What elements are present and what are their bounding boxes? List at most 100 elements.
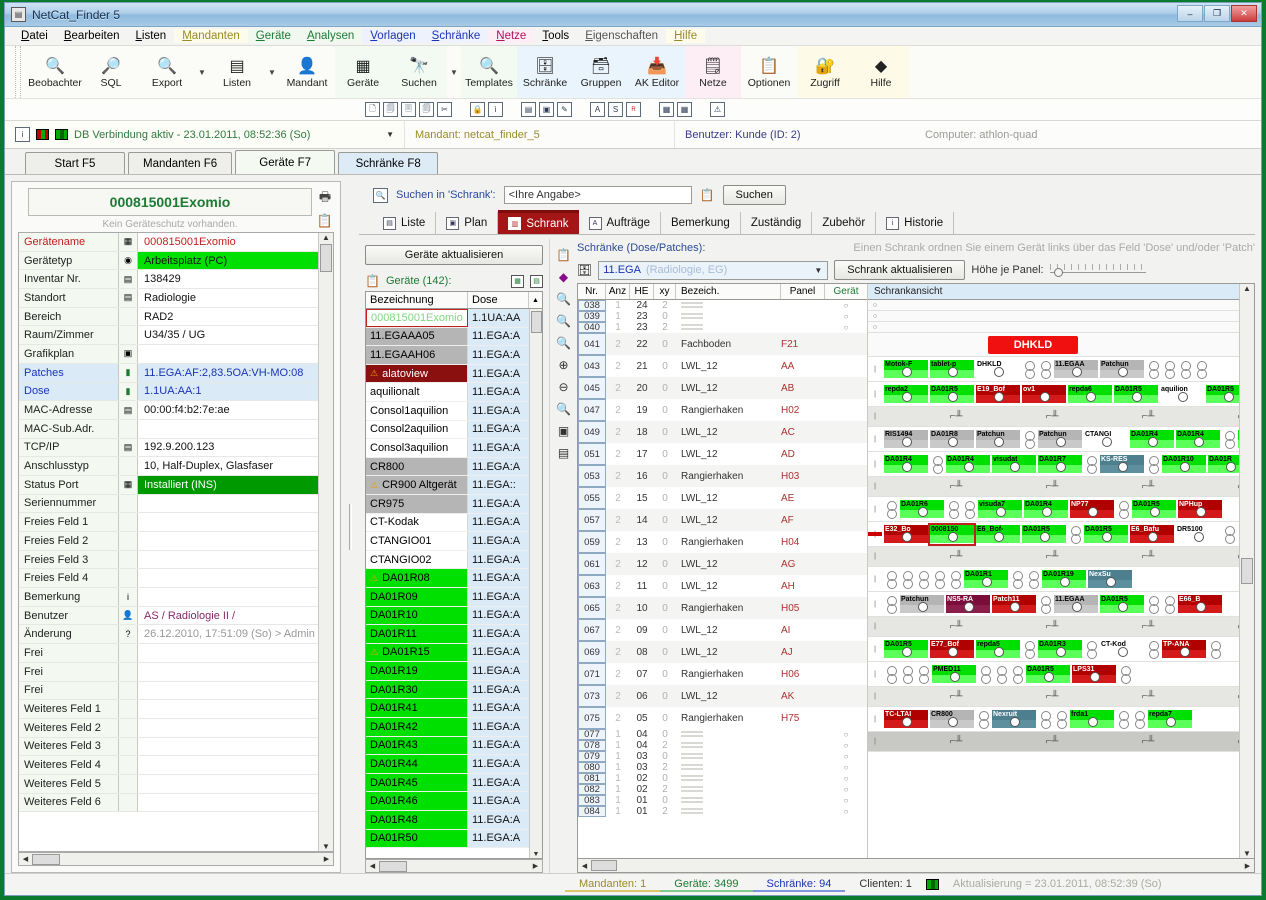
panel-height-slider[interactable] [1049,262,1146,278]
menu-item-hilfe[interactable]: Hilfe [666,29,706,43]
rack-device-port[interactable] [884,436,928,448]
device-list-row[interactable]: DA01R44 11.EGA:A [366,755,529,774]
property-row[interactable]: Dose ▮ 1.1UA:AA:1 [19,382,318,402]
device-list-row[interactable]: DA01R41 11.EGA:A [366,699,529,719]
rack-device-port[interactable] [1160,391,1204,403]
device-list-row[interactable]: ⚠ DA01R15 11.EGA:A [366,643,529,663]
rack-device-port[interactable] [932,671,976,683]
rack-port[interactable] [1116,500,1130,519]
cabinet-table-row[interactable]: 055 2 15 0 LWL_12 AE [578,487,867,509]
property-value[interactable]: 000815001Exomio [138,233,318,251]
device-dose-cell[interactable]: 11.EGA:A [468,513,529,532]
rack-device-port[interactable] [1238,439,1239,448]
scroll-thumb[interactable] [1241,558,1253,584]
property-row[interactable]: Patches ▮ 11.EGA:AF:2,83.5OA:VH-MO:08 [19,363,318,383]
rack-device[interactable]: DA01R5 [1084,524,1128,544]
property-value[interactable]: U34/35 / UG [138,326,318,344]
menu-item-datei[interactable]: Datei [13,29,56,43]
rack-port[interactable] [1038,595,1052,614]
rack-port[interactable] [1010,570,1024,589]
type-icon[interactable]: ◉ [119,251,138,270]
rack-device[interactable]: CTANGI [1084,429,1128,449]
menu-item-analysen[interactable]: Analysen [298,29,363,43]
device-name-cell[interactable]: DA01R10 [366,606,468,625]
scroll-left-icon[interactable]: ◀ [19,855,32,863]
rack-device[interactable]: DA01R5 [1132,499,1176,519]
cabinet-table-row[interactable]: 053 2 16 0 Rangierhaken H03 [578,465,867,487]
device-name-cell[interactable]: aquilionalt [366,383,468,401]
rack-device-port[interactable] [884,391,928,403]
rack-device[interactable]: RIS1494 [884,429,928,449]
rack-device[interactable]: TP-ANA [1162,639,1206,659]
property-value[interactable] [138,420,318,438]
rack-device[interactable]: NS5-RA [946,594,990,614]
device-dose-cell[interactable]: 11.EGA:A [468,532,529,550]
hscroll-thumb[interactable] [591,860,617,871]
col-geraet[interactable]: Gerät [825,284,867,299]
rack-device-port[interactable] [992,716,1036,728]
property-value[interactable]: Arbeitsplatz (PC) [138,251,318,270]
scroll-thumb[interactable] [530,311,542,333]
rack-port[interactable] [994,665,1008,684]
property-row[interactable]: Weiteres Feld 5 [19,774,318,794]
rack-device-port[interactable] [1084,531,1128,543]
property-row[interactable]: Standort ▤ Radiologie [19,289,318,308]
table-k-icon[interactable]: ▦ [677,102,692,117]
rack-device[interactable]: DA01R7 [1038,454,1082,474]
cabinet-table-row[interactable]: 073 2 06 0 LWL_12 AK [578,685,867,707]
scroll-down-icon[interactable]: ▼ [533,851,540,858]
property-row[interactable]: Gerätename ▦ 000815001Exomio [19,233,318,252]
sub-tab-schrank[interactable]: ▥ Schrank [498,210,579,234]
device-dose-cell[interactable]: 11.EGA:A [468,420,529,439]
rack-unit-row[interactable]: | PMED11 DA01R5 LPS31 [868,662,1239,687]
cabinet-table-row[interactable]: 040 1 23 2 ○ [578,322,867,333]
scroll-thumb[interactable] [320,244,332,272]
rack-device-port[interactable] [976,391,1020,403]
patch-icon[interactable]: ▮ [119,363,138,382]
property-value[interactable] [138,663,318,681]
device-list-row[interactable]: CT-Kodak 11.EGA:A [366,513,529,533]
property-value[interactable]: 138429 [138,270,318,288]
print-lock-icon[interactable]: 🔒 [470,102,485,117]
device-name-cell[interactable]: DA01R48 [366,811,468,829]
image-icon[interactable]: ▣ [539,102,554,117]
cabinet-view-scrollbar[interactable]: ▲ ▼ [1239,284,1254,858]
device-dose-cell[interactable]: 11.EGA:A [468,736,529,755]
rack-device-port[interactable] [1176,531,1220,543]
device-dose-cell[interactable]: 11.EGA:A [468,829,529,848]
db-status-cell[interactable]: i DB Verbindung aktiv - 23.01.2011, 08:5… [5,121,405,148]
property-row[interactable]: Freies Feld 2 [19,532,318,551]
col-he[interactable]: HE [630,284,654,299]
property-value[interactable]: 00:00:f4:b2:7e:ae [138,401,318,419]
rack-port[interactable] [1146,595,1160,614]
sub-tab-liste[interactable]: ▤ Liste [373,212,437,234]
main-tab-mandanten[interactable]: Mandanten F6 [128,152,233,174]
toolbar-mandant-button[interactable]: 👤 Mandant [279,46,335,98]
device-list-row[interactable]: DA01R19 11.EGA:A [366,662,529,681]
rack-device-port[interactable] [1206,391,1239,403]
property-value[interactable] [138,551,318,569]
rack-device[interactable]: DA01R5 [1206,384,1239,404]
property-value[interactable]: Installiert (INS) [138,475,318,494]
rack-device-port[interactable] [992,601,1036,613]
zoom-icon[interactable]: 🔍 [554,399,573,418]
cabinet-table-row[interactable]: 038 1 24 2 ○ [578,300,867,311]
search-input[interactable]: <Ihre Angabe> [503,186,692,204]
device-list-row[interactable]: CR800 11.EGA:A [366,457,529,477]
cabinet-table-row[interactable]: 080 1 03 2 ○ [578,762,867,773]
device-name-cell[interactable]: ⚠ CR900 Altgerät [366,476,468,494]
toolbar-listen-button[interactable]: ▤ Listen [209,46,265,98]
rack-device-port[interactable] [992,461,1036,473]
rack-device[interactable]: Patchun [976,429,1020,449]
cabinet-table-row[interactable]: 059 2 13 0 Rangierhaken H04 [578,531,867,553]
print-lock-icon[interactable]: 🖶 [315,189,335,209]
device-dose-cell[interactable]: 11.EGA:A [468,680,529,699]
property-value[interactable] [138,532,318,550]
rack-port[interactable] [916,570,930,589]
device-property-hscrollbar[interactable]: ◀ ▶ [18,852,334,866]
rack-port[interactable] [884,570,898,589]
rack-device-port[interactable] [1100,646,1144,658]
device-name-cell[interactable]: DA01R45 [366,773,468,792]
inventory-icon[interactable]: ▤ [119,270,138,289]
rack-device[interactable]: DA01R [1208,454,1239,474]
